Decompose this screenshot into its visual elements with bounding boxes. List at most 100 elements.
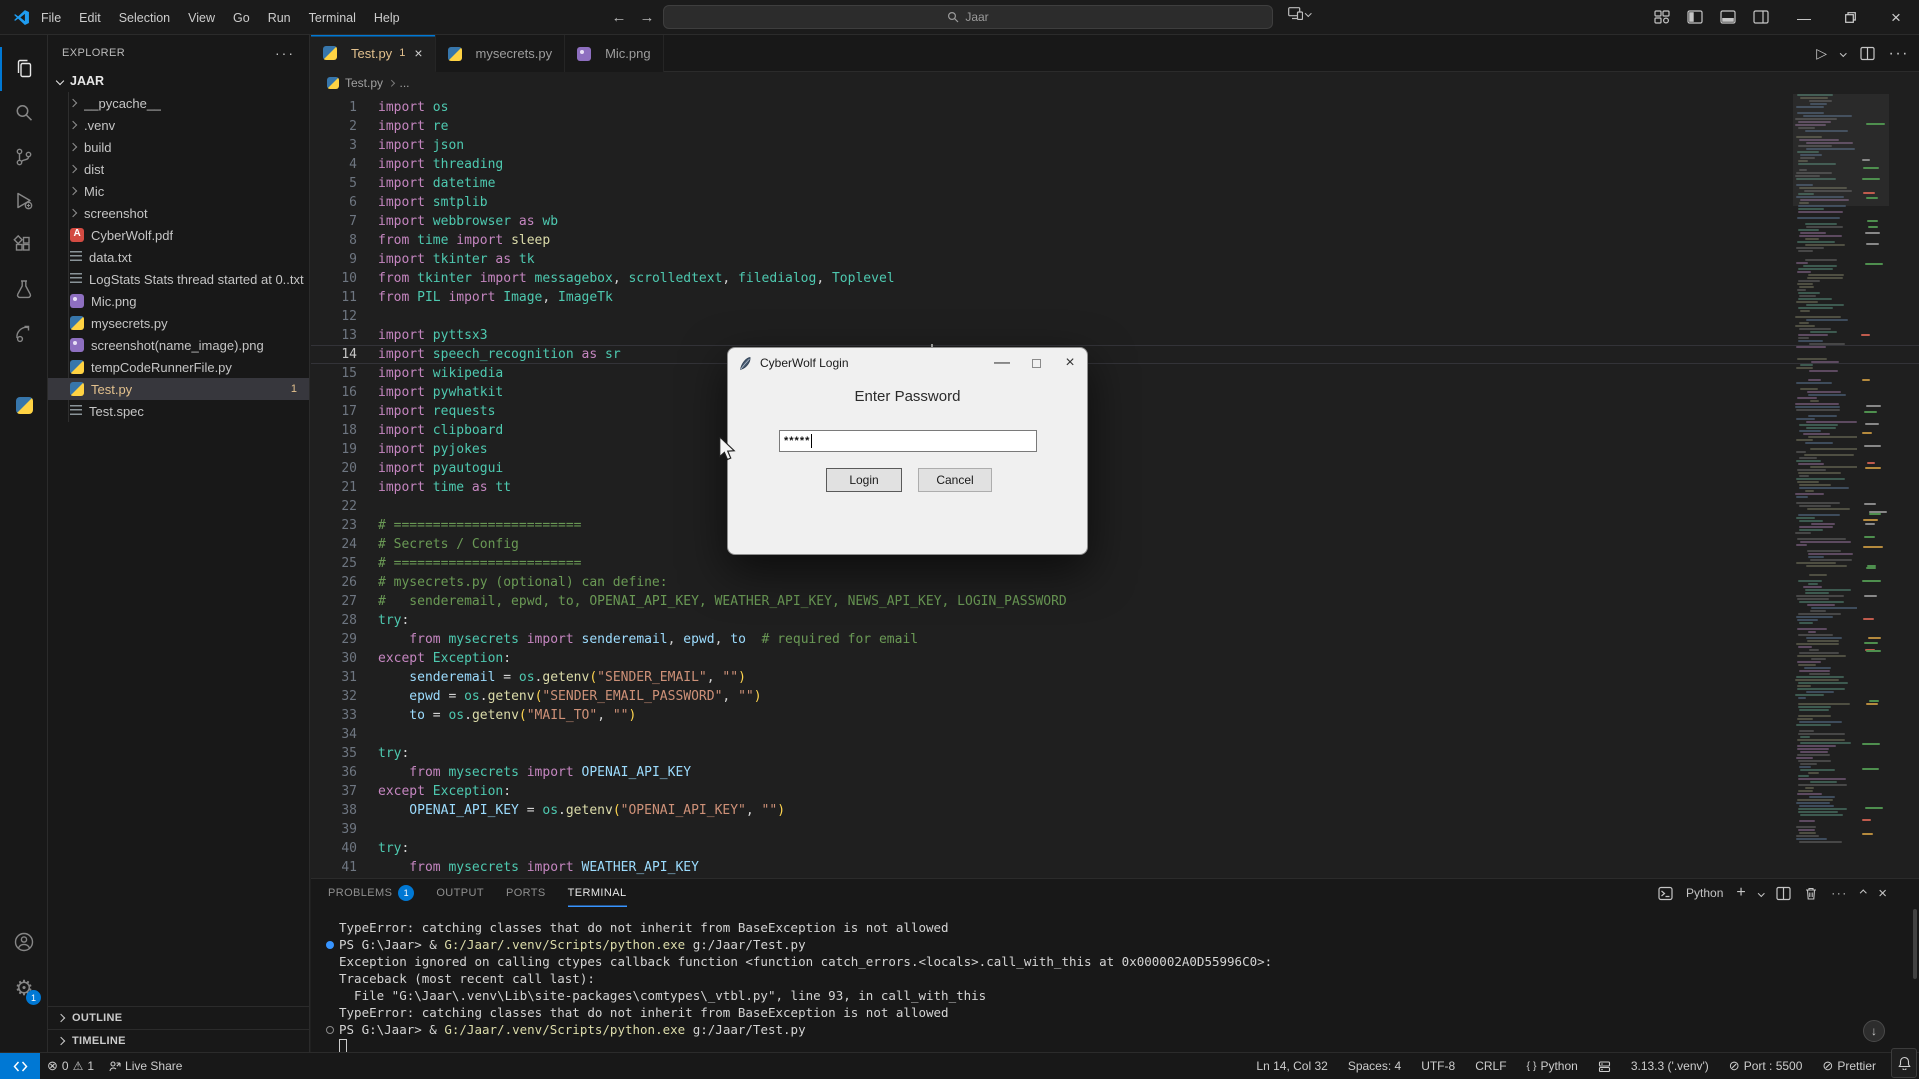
status-item-ln-14-col-32[interactable]: Ln 14, Col 32	[1249, 1059, 1334, 1073]
tab-test-py[interactable]: Test.py 1 ×	[311, 35, 436, 72]
code-line-32: 32 epwd = os.getenv("SENDER_EMAIL_PASSWO…	[341, 689, 762, 704]
status-item-server[interactable]	[1591, 1060, 1618, 1073]
toggle-panel-icon[interactable]	[1720, 9, 1736, 25]
outline-section-header[interactable]: OUTLINE	[48, 1006, 309, 1029]
server-icon	[1598, 1060, 1610, 1072]
dialog-title-bar[interactable]: CyberWolf Login — ×	[728, 348, 1087, 378]
timeline-section-header[interactable]: TIMELINE	[48, 1029, 309, 1052]
tab-mic-png[interactable]: Mic.png	[565, 35, 664, 72]
menu-selection[interactable]: Selection	[110, 7, 179, 29]
file-item-build[interactable]: build	[48, 136, 309, 158]
python-extension-icon[interactable]	[0, 383, 48, 427]
close-window-button[interactable]: ×	[1873, 0, 1919, 35]
menu-run[interactable]: Run	[259, 7, 300, 29]
terminal-dropdown-icon[interactable]	[1757, 889, 1765, 897]
minimap[interactable]	[1793, 94, 1857, 878]
command-search-box[interactable]: Jaar	[663, 5, 1273, 29]
code-editor[interactable]: 1 import os 2 import re 3 import json 4 import …	[311, 94, 1919, 878]
menu-file[interactable]: File	[32, 7, 70, 29]
file-item-screenshot-name-image-png[interactable]: screenshot(name_image).png	[48, 334, 309, 356]
status-item-port-5500[interactable]: ⊘ Port : 5500	[1722, 1058, 1810, 1074]
explorer-more-icon[interactable]: ···	[275, 45, 295, 61]
nav-back-icon[interactable]: ←	[606, 0, 632, 35]
panel-tab-terminal[interactable]: TERMINAL	[568, 879, 627, 907]
file-item-tempcoderunnerfile-py[interactable]: tempCodeRunnerFile.py	[48, 356, 309, 378]
more-actions-icon[interactable]: ···	[1889, 45, 1909, 63]
toggle-sidebar-icon[interactable]	[1687, 9, 1703, 25]
explorer-icon[interactable]	[0, 47, 48, 91]
run-dropdown-icon[interactable]	[1840, 50, 1847, 57]
status-item-prettier[interactable]: ⊘ Prettier	[1815, 1058, 1883, 1074]
status-item-spaces-4[interactable]: Spaces: 4	[1341, 1059, 1408, 1073]
cancel-button[interactable]: Cancel	[918, 468, 992, 492]
menu-terminal[interactable]: Terminal	[300, 7, 365, 29]
split-terminal-icon[interactable]	[1776, 886, 1791, 901]
bottom-panel: PROBLEMS 1 OUTPUT PORTS TERMINAL Python + ··…	[311, 878, 1919, 1053]
restore-button[interactable]	[1827, 0, 1873, 35]
scroll-to-bottom-icon[interactable]: ↓	[1863, 1020, 1885, 1042]
terminal-icon	[1658, 886, 1673, 900]
split-editor-icon[interactable]	[1859, 46, 1875, 61]
menu-go[interactable]: Go	[224, 7, 259, 29]
run-python-icon[interactable]: ▷	[1816, 45, 1827, 62]
status-item-3-13-3-venv-[interactable]: 3.13.3 ('.venv')	[1624, 1059, 1716, 1073]
panel-tab-output[interactable]: OUTPUT	[436, 879, 484, 907]
menu-view[interactable]: View	[179, 7, 224, 29]
new-terminal-icon[interactable]: +	[1736, 884, 1745, 902]
panel-more-icon[interactable]: ···	[1831, 886, 1848, 900]
file-item-cyberwolf-pdf[interactable]: CyberWolf.pdf	[48, 224, 309, 246]
menu-help[interactable]: Help	[365, 7, 409, 29]
panel-tab-problems[interactable]: PROBLEMS 1	[328, 879, 415, 907]
problems-status[interactable]: ⊗ 0 ⚠ 1	[40, 1058, 101, 1074]
menu-edit[interactable]: Edit	[70, 7, 110, 29]
file-item-screenshot[interactable]: screenshot	[48, 202, 309, 224]
file-item--venv[interactable]: .venv	[48, 114, 309, 136]
file-item--pycache-[interactable]: __pycache__	[48, 92, 309, 114]
dialog-maximize-button[interactable]	[1019, 348, 1053, 378]
breadcrumb[interactable]: Test.py ...	[311, 72, 1919, 94]
customize-layout-icon[interactable]	[1654, 9, 1670, 25]
accounts-icon[interactable]	[0, 920, 48, 964]
password-input[interactable]: *****	[779, 430, 1037, 452]
close-tab-icon[interactable]: ×	[414, 45, 422, 61]
run-debug-icon[interactable]	[0, 179, 48, 223]
workspace-root-label: JAAR	[70, 74, 105, 88]
notifications-bell-icon[interactable]	[1891, 1048, 1917, 1078]
kill-terminal-icon[interactable]	[1804, 886, 1818, 901]
live-share-icon[interactable]	[0, 311, 48, 355]
terminal-output[interactable]: TypeError: catching classes that do not …	[311, 907, 1919, 1053]
file-item-test-py[interactable]: Test.py 1	[48, 378, 309, 400]
workspace-root[interactable]: JAAR	[48, 70, 309, 92]
file-item-mysecrets-py[interactable]: mysecrets.py	[48, 312, 309, 334]
extensions-icon[interactable]	[0, 223, 48, 267]
file-item-dist[interactable]: dist	[48, 158, 309, 180]
close-panel-icon[interactable]: ×	[1878, 885, 1887, 902]
remote-device-icon[interactable]	[1288, 7, 1312, 20]
source-control-icon[interactable]	[0, 135, 48, 179]
shell-label[interactable]: Python	[1686, 886, 1723, 900]
dialog-minimize-button[interactable]: —	[985, 348, 1019, 378]
status-item-python[interactable]: { } Python	[1520, 1059, 1585, 1073]
file-item-logstats-stats-thread-started-at-0-txt[interactable]: LogStats Stats thread started at 0..txt	[48, 268, 309, 290]
terminal-scrollbar[interactable]	[1913, 909, 1917, 979]
testing-icon[interactable]	[0, 267, 48, 311]
nav-forward-icon[interactable]: →	[634, 0, 660, 35]
toggle-secondary-sidebar-icon[interactable]	[1753, 9, 1769, 25]
settings-gear-icon[interactable]: ⚙ 1	[0, 966, 48, 1010]
status-item-crlf[interactable]: CRLF	[1468, 1059, 1513, 1073]
live-share-status[interactable]: Live Share	[101, 1059, 189, 1073]
remote-indicator[interactable]	[0, 1052, 40, 1079]
file-item-mic[interactable]: Mic	[48, 180, 309, 202]
login-button[interactable]: Login	[826, 468, 902, 492]
panel-tab-ports[interactable]: PORTS	[506, 879, 546, 907]
dialog-close-button[interactable]: ×	[1053, 348, 1087, 378]
maximize-panel-icon[interactable]	[1859, 889, 1867, 897]
file-item-data-txt[interactable]: data.txt	[48, 246, 309, 268]
python-file-icon	[327, 77, 339, 89]
tab-mysecrets-py[interactable]: mysecrets.py	[435, 35, 566, 72]
file-item-test-spec[interactable]: Test.spec	[48, 400, 309, 422]
minimize-button[interactable]: —	[1781, 0, 1827, 35]
file-item-mic-png[interactable]: Mic.png	[48, 290, 309, 312]
status-item-utf-8[interactable]: UTF-8	[1414, 1059, 1462, 1073]
search-sidebar-icon[interactable]	[0, 91, 48, 135]
